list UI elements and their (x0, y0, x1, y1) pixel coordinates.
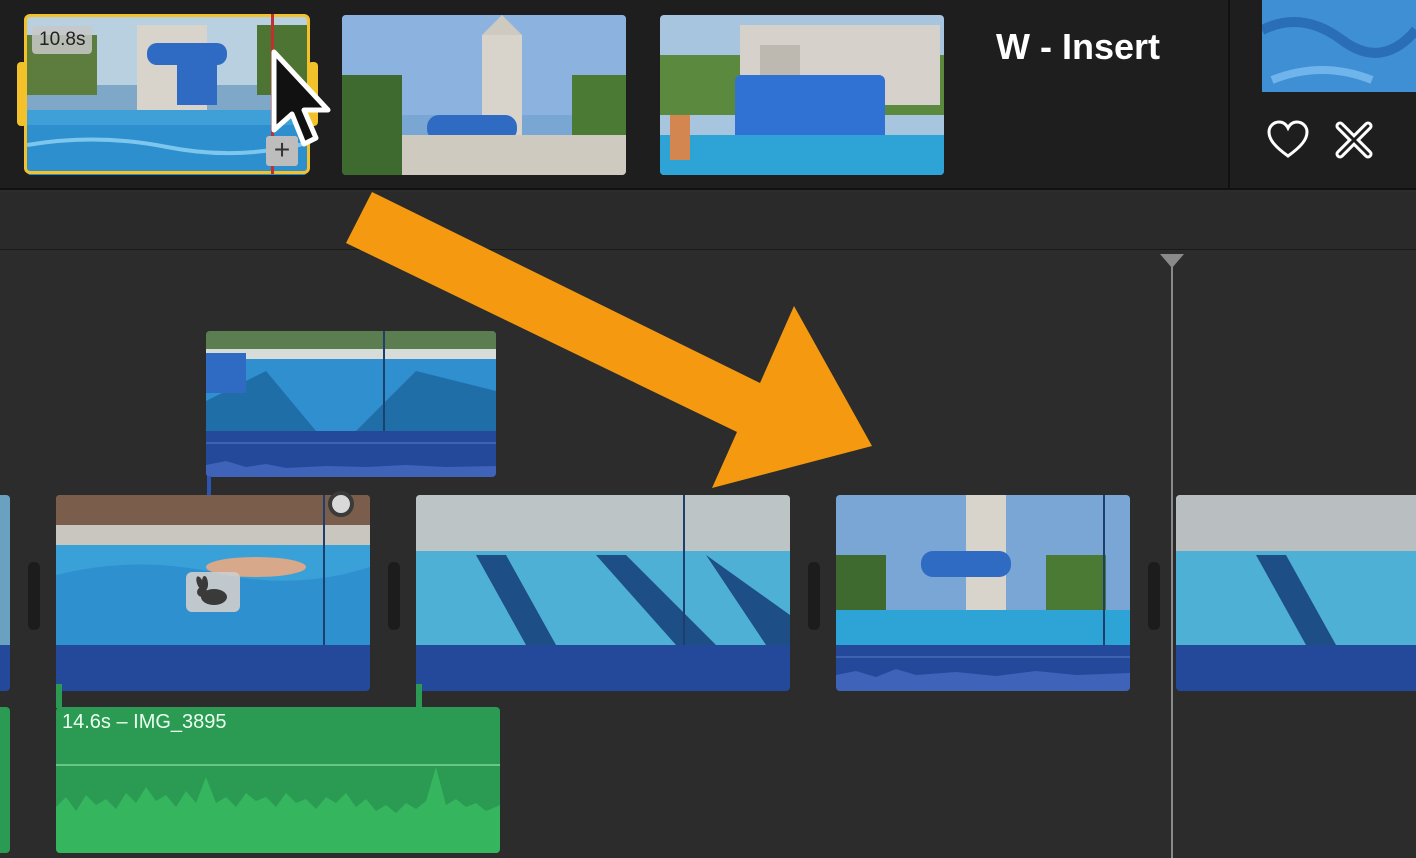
viewer-preview (1262, 0, 1416, 92)
transition-marker[interactable] (1148, 562, 1160, 630)
clip-marker-icon[interactable] (328, 491, 354, 517)
media-browser: 10.8s + W - Insert (0, 0, 1416, 190)
clip-filmstrip (206, 331, 496, 431)
timeline-clip-2[interactable] (416, 495, 790, 691)
clip-thumbnail (342, 15, 626, 175)
audio-clip[interactable]: 14.6s – IMG_3895 (56, 707, 500, 853)
audio-connector (56, 684, 62, 708)
timeline-clip-4[interactable] (1176, 495, 1416, 691)
audio-waveform (56, 764, 500, 853)
clip-filmstrip (1176, 495, 1416, 645)
transition-marker[interactable] (808, 562, 820, 630)
transition-marker[interactable] (28, 562, 40, 630)
audio-connector (416, 684, 422, 708)
clip-filmstrip (836, 495, 1130, 645)
browser-clip-2[interactable] (342, 15, 626, 175)
clip-filmstrip (416, 495, 790, 645)
timeline-clip-inserted[interactable] (836, 495, 1130, 691)
imovie-window: 10.8s + W - Insert 14.6s – IMG_3895 (0, 0, 1416, 858)
clip-audio-strip (206, 431, 496, 477)
audio-clip-prev[interactable] (0, 707, 10, 853)
clip-filmstrip (56, 495, 370, 645)
transition-marker[interactable] (388, 562, 400, 630)
clip-audio-strip (836, 645, 1130, 691)
rabbit-icon (186, 572, 240, 612)
clip-duration-badge: 10.8s (32, 26, 93, 54)
playhead[interactable] (1171, 256, 1173, 858)
clip-thumbnail (660, 15, 944, 175)
reject-x-icon[interactable] (1332, 118, 1376, 162)
timeline-clip-0[interactable] (0, 495, 10, 691)
mouse-cursor-icon (271, 49, 331, 147)
timeline-toolbar (0, 192, 1416, 250)
browser-clip-3[interactable] (660, 15, 944, 175)
cutaway-clip[interactable] (206, 331, 496, 477)
heart-icon[interactable] (1266, 118, 1310, 162)
panel-divider (1228, 0, 1230, 188)
trim-handle-left[interactable] (17, 62, 27, 126)
insert-shortcut-hint: W - Insert (996, 26, 1161, 67)
